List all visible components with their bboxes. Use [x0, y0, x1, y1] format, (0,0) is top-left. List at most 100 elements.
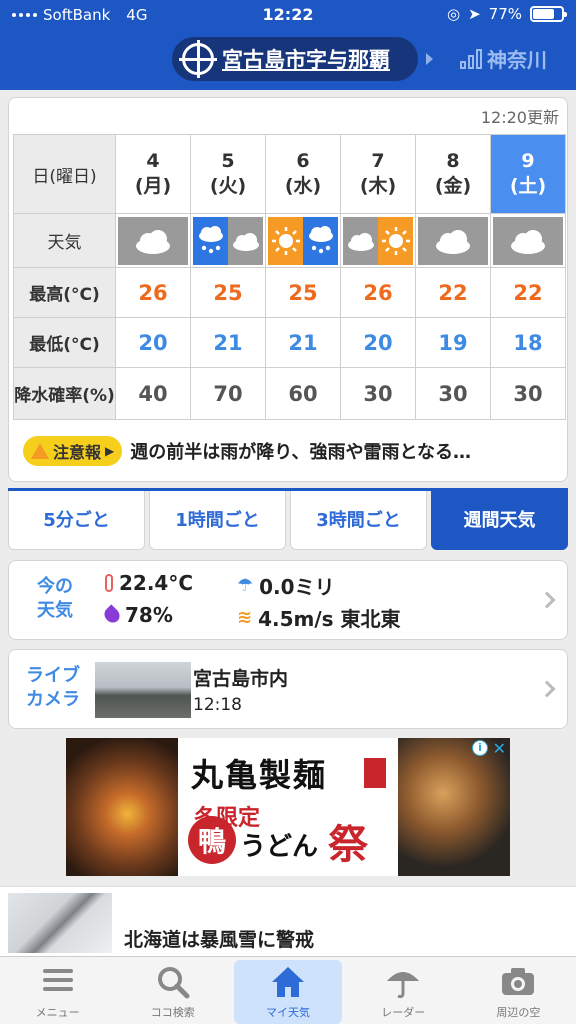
nav-label: レーダー	[381, 1006, 426, 1019]
low-temp: 20	[115, 317, 191, 368]
rain-icon	[193, 216, 228, 265]
day-cell-today: 9 (土)	[490, 134, 566, 214]
bottom-navigation: メニュー ココ検索 マイ天気 レーダー 周辺の空	[0, 956, 576, 1024]
current-weather-card[interactable]: 今の 天気 22.4°C ☂ 0.0ミリ 78% ≋ 4.5m/s 東北東	[8, 560, 568, 640]
ad-info-icon[interactable]: i	[472, 740, 488, 756]
tab-3hour[interactable]: 3時間ごと	[290, 488, 427, 550]
tab-5min[interactable]: 5分ごと	[8, 488, 145, 550]
current-temp: 22.4°C	[105, 571, 193, 595]
news-title: 北海道は暴風雪に警戒	[124, 929, 315, 951]
nav-nearby-sky[interactable]: 周辺の空	[461, 957, 576, 1024]
day-cell: 5 (火)	[190, 134, 266, 214]
weather-cell	[340, 213, 416, 268]
advertisement-banner[interactable]: 丸亀製麺 冬限定 鴨 うどん 祭 i ✕	[66, 738, 510, 876]
cloud-icon	[418, 217, 488, 265]
chevron-right-icon	[538, 680, 556, 698]
ad-close-icon[interactable]: ✕	[493, 739, 506, 758]
cloud-icon	[118, 217, 188, 265]
weather-cell	[115, 213, 191, 268]
precip-prob: 30	[415, 367, 491, 420]
precip-prob: 60	[265, 367, 341, 420]
warning-icon	[31, 443, 49, 459]
weather-cell	[490, 213, 566, 268]
high-temp: 25	[265, 267, 341, 318]
weather-cell	[190, 213, 266, 268]
next-location-name: 神奈川	[487, 48, 547, 72]
current-humidity: 78%	[101, 603, 173, 627]
notice-text: 週の前半は雨が降り、強雨や雷雨となる…	[130, 442, 471, 463]
nav-label: マイ天気	[266, 1006, 310, 1019]
nav-label: ココ検索	[150, 1006, 195, 1019]
nav-label: メニュー	[35, 1006, 80, 1019]
weather-notice[interactable]: 注意報 ▶ 週の前半は雨が降り、強雨や雷雨となる…	[23, 436, 471, 466]
ad-brand: 丸亀製麺	[191, 756, 328, 794]
high-temp: 22	[415, 267, 491, 318]
cloud-icon	[343, 216, 378, 265]
sun-icon	[268, 216, 303, 265]
advisory-badge[interactable]: 注意報 ▶	[23, 436, 123, 466]
chevron-right-icon	[538, 591, 556, 609]
weekly-forecast-card: 12:20更新 日(曜日) 4 (月) 5 (火) 6 (水) 7 (木) 8 (金) 9…	[8, 97, 568, 482]
low-temp: 21	[190, 317, 266, 368]
high-temp: 26	[340, 267, 416, 318]
cloud-icon	[228, 216, 263, 265]
rain-icon	[303, 216, 338, 265]
chevron-right-icon: ▶	[105, 444, 115, 458]
radar-umbrella-icon	[385, 965, 421, 1002]
app-header: SoftBank 4G 12:22 ◎ ➤ 77% 宮古島市字与那覇 神奈川	[0, 0, 576, 90]
high-temp: 26	[115, 267, 191, 318]
nav-radar[interactable]: レーダー	[346, 957, 461, 1024]
wind-icon: ≋	[237, 607, 253, 628]
home-icon	[270, 965, 306, 1002]
ad-seal	[364, 758, 386, 788]
low-temp: 21	[265, 317, 341, 368]
tabs-divider	[8, 488, 568, 491]
ad-food-image	[66, 738, 178, 876]
day-cell: 6 (水)	[265, 134, 341, 214]
menu-icon	[41, 965, 75, 998]
nav-label: 周辺の空	[496, 1006, 541, 1019]
precip-prob: 70	[190, 367, 266, 420]
tab-1hour[interactable]: 1時間ごと	[149, 488, 286, 550]
day-cell: 8 (金)	[415, 134, 491, 214]
current-rain: ☂ 0.0ミリ	[237, 575, 335, 599]
status-bar: SoftBank 4G 12:22 ◎ ➤ 77%	[0, 0, 576, 30]
precip-prob: 30	[340, 367, 416, 420]
next-location-link[interactable]: 神奈川	[460, 44, 547, 73]
battery-icon	[530, 6, 567, 22]
ad-kamo: 鴨	[188, 816, 236, 864]
day-cell: 4 (月)	[115, 134, 191, 214]
advisory-label: 注意報	[53, 443, 102, 462]
ad-food-image	[398, 738, 510, 876]
cloud-icon	[493, 217, 563, 265]
current-location-button[interactable]: 宮古島市字与那覇	[172, 37, 418, 81]
ad-udon: うどん	[240, 832, 319, 862]
precip-prob: 40	[115, 367, 191, 420]
day-cell: 7 (木)	[340, 134, 416, 214]
low-temp: 19	[415, 317, 491, 368]
updated-time: 12:20更新	[480, 108, 559, 127]
tab-weekly[interactable]: 週間天気	[431, 488, 568, 550]
low-temp: 20	[340, 317, 416, 368]
battery-percent: 77%	[488, 5, 522, 23]
live-camera-label: ライブ カメラ	[26, 665, 80, 710]
next-arrow-icon	[426, 53, 433, 65]
humidity-drop-icon	[101, 604, 123, 626]
thermometer-icon	[105, 574, 113, 592]
weather-cell	[415, 213, 491, 268]
news-item[interactable]: 北海道は暴風雪に警戒	[0, 886, 576, 956]
row-header-day: 日(曜日)	[13, 134, 116, 214]
live-camera-card[interactable]: ライブ カメラ 宮古島市内 12:18	[8, 649, 568, 729]
camera-thumbnail	[95, 662, 191, 718]
rotation-lock-icon: ◎	[446, 5, 461, 23]
location-target-icon	[179, 40, 217, 78]
camera-place: 宮古島市内	[193, 668, 289, 690]
weather-cell	[265, 213, 341, 268]
location-name: 宮古島市字与那覇	[222, 48, 390, 72]
rain-cloud-icon: ☂	[237, 575, 254, 596]
nav-menu[interactable]: メニュー	[0, 957, 115, 1024]
forecast-tabs: 5分ごと 1時間ごと 3時間ごと 週間天気	[8, 488, 568, 550]
nav-my-weather[interactable]: マイ天気	[230, 957, 345, 1024]
nav-search[interactable]: ココ検索	[115, 957, 230, 1024]
weekly-forecast-table: 日(曜日) 4 (月) 5 (火) 6 (水) 7 (木) 8 (金) 9 (土) 天気 最…	[13, 134, 566, 420]
